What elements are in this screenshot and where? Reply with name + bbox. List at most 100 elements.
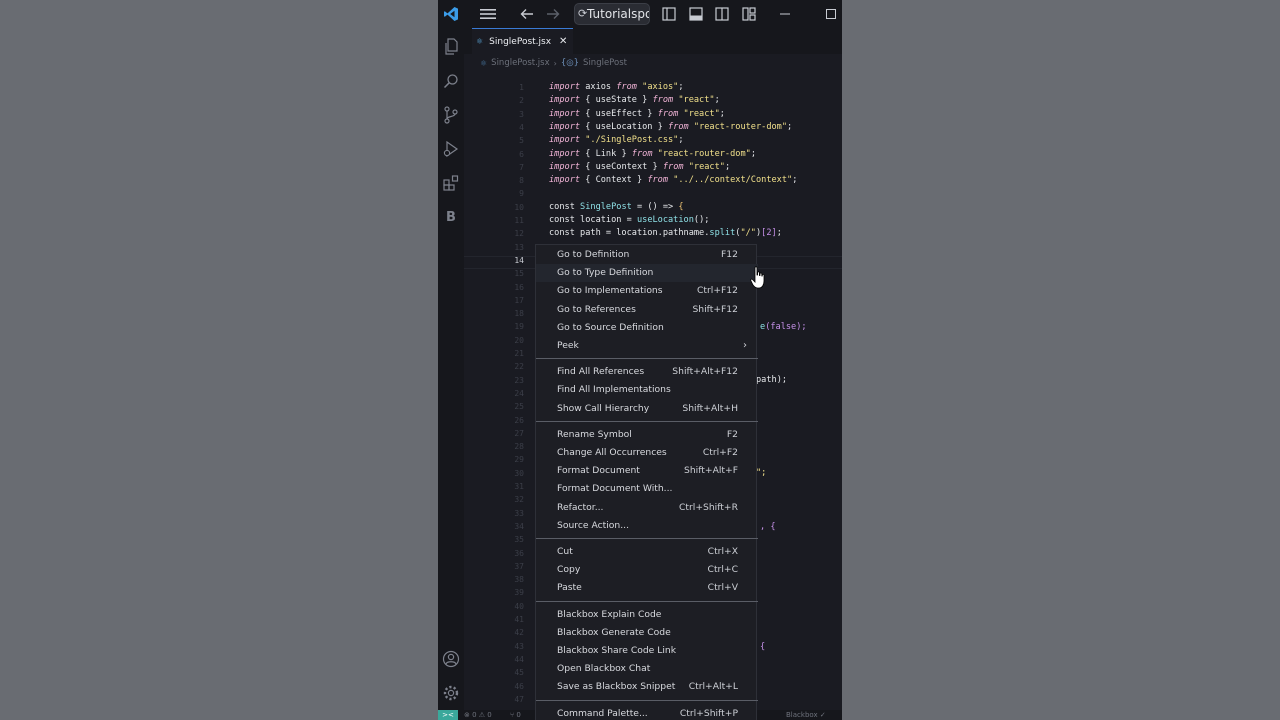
menu-item-open-blackbox-chat[interactable]: Open Blackbox Chat [536,660,758,678]
line-number: 27 [514,428,524,438]
menu-item-shortcut: Shift+Alt+F12 [672,366,738,378]
menu-item-find-all-references[interactable]: Find All References Shift+Alt+F12 [536,363,758,381]
code-text: ; [776,228,782,238]
line-number: 47 [514,694,524,704]
line-number: 35 [514,535,524,545]
line-number: 29 [514,455,524,465]
menu-item-peek[interactable]: Peek › [536,337,758,355]
menu-item-cut[interactable]: Cut Ctrl+X [536,543,758,561]
menu-item-blackbox-explain-code[interactable]: Blackbox Explain Code [536,606,758,624]
menu-item-paste[interactable]: Paste Ctrl+V [536,579,758,597]
code-keyword: import [549,82,581,92]
breadcrumb: ⚛ SinglePost.jsx › {◎} SinglePost [480,56,627,70]
line-number: 38 [514,575,524,585]
menu-item-show-call-hierarchy[interactable]: Show Call Hierarchy Shift+Alt+H [536,400,758,418]
account-icon[interactable] [441,648,461,670]
menu-item-shortcut: Ctrl+C [707,564,738,576]
menu-item-shortcut: Ctrl+V [707,582,738,594]
menu-item-refactor[interactable]: Refactor... Ctrl+Shift+R [536,499,758,517]
layout-sidebar-right-icon[interactable] [713,0,731,28]
menu-item-label: Copy [557,564,581,576]
code-text: ; [678,135,684,146]
code-text: const path = location.pathname. [549,228,710,238]
menu-item-blackbox-share-code-link[interactable]: Blackbox Share Code Link [536,642,758,660]
line-number: 40 [514,601,524,611]
search-icon[interactable] [441,70,461,92]
files-icon[interactable] [441,36,461,58]
line-number: 42 [514,628,524,638]
line-number: 13 [514,242,524,252]
line-number: 23 [514,375,524,385]
code-string: "/" [740,228,756,238]
tab-singlepost[interactable]: ⚛ SinglePost.jsx ✕ [472,28,574,54]
menu-item-go-to-source-definition[interactable]: Go to Source Definition [536,319,758,337]
menu-item-save-as-blackbox-snippet[interactable]: Save as Blackbox Snippet Ctrl+Alt+L [536,678,758,696]
menu-item-label: Format Document [557,465,640,477]
menu-item-format-document[interactable]: Format Document Shift+Alt+F [536,462,758,480]
menu-separator [536,699,758,701]
line-number: 3 [519,109,524,119]
vscode-logo-icon [442,0,460,28]
close-icon[interactable]: ✕ [559,36,567,47]
extensions-icon[interactable] [441,172,461,194]
code-text: = () => [631,202,679,212]
settings-gear-icon[interactable] [441,682,461,704]
breadcrumb-symbol[interactable]: SinglePost [583,58,627,68]
menu-item-format-document-with[interactable]: Format Document With... [536,480,758,498]
chevron-right-icon: › [553,58,557,68]
forward-arrow-icon[interactable] [544,0,562,28]
menu-item-change-all-occurrences[interactable]: Change All Occurrences Ctrl+F2 [536,444,758,462]
code-line-4: import { useLocation } from "react-route… [549,122,792,132]
menu-separator [536,600,758,602]
breadcrumb-file[interactable]: SinglePost.jsx [491,58,549,68]
line-number: 45 [514,668,524,678]
menu-item-source-action[interactable]: Source Action... [536,517,758,535]
code-text: ; [714,95,720,106]
menu-item-rename-symbol[interactable]: Rename Symbol F2 [536,426,758,444]
code-string: "../../context/Context" [668,175,793,186]
layout-panel-icon[interactable] [687,0,705,28]
menu-item-blackbox-generate-code[interactable]: Blackbox Generate Code [536,624,758,642]
menu-item-go-to-implementations[interactable]: Go to Implementations Ctrl+F12 [536,282,758,300]
line-number: 34 [514,521,524,531]
code-text: { useContext } [580,161,663,172]
line-number: 41 [514,615,524,624]
layout-customize-icon[interactable] [740,0,758,28]
minimize-icon[interactable] [776,0,794,28]
menu-item-command-palette[interactable]: Command Palette... Ctrl+Shift+P [536,705,758,720]
menu-icon[interactable] [478,0,498,28]
menu-item-label: Cut [557,546,573,557]
problems-status[interactable]: ⊗ 0 ⚠ 0 [464,710,492,720]
line-number: 26 [514,415,524,425]
menu-item-label: Rename Symbol [557,428,632,440]
menu-item-copy[interactable]: Copy Ctrl+C [536,561,758,579]
blackbox-status[interactable]: Blackbox ✓ [786,710,826,720]
symbol-icon: {◎} [560,58,580,68]
maximize-icon[interactable] [822,0,840,28]
code-string: "react" [678,108,720,119]
code-text: ; [724,161,731,172]
tab-label: SinglePost.jsx [489,36,552,47]
run-debug-icon[interactable] [441,138,461,160]
letterbox-right [842,0,1280,720]
menu-item-go-to-definition[interactable]: Go to Definition F12 [536,246,758,264]
remote-indicator[interactable]: >< [438,710,458,720]
code-line-7: import { useContext } from "react"; [549,162,730,172]
source-control-icon[interactable] [441,104,461,126]
menu-item-go-to-references[interactable]: Go to References Shift+F12 [536,301,758,319]
line-number: 8 [519,176,524,186]
ports-status[interactable]: ⑂ 0 [510,710,521,720]
title-bar: ⟳ Tutorialspoi [438,0,842,28]
blackbox-extension-icon[interactable]: B [441,206,461,228]
menu-item-label: Blackbox Share Code Link [557,645,677,656]
back-arrow-icon[interactable] [518,0,536,28]
menu-item-label: Go to References [557,303,636,315]
menu-item-go-to-type-definition[interactable]: Go to Type Definition [536,264,758,283]
line-number: 14 [514,255,524,265]
code-fragment-right: path); [756,375,788,385]
layout-sidebar-left-icon[interactable] [660,0,678,28]
menu-item-label: Find All Implementations [557,384,671,396]
code-keyword: from [662,161,684,172]
menu-item-find-all-implementations[interactable]: Find All Implementations [536,381,758,399]
command-center[interactable]: ⟳ Tutorialspoi [574,3,650,25]
